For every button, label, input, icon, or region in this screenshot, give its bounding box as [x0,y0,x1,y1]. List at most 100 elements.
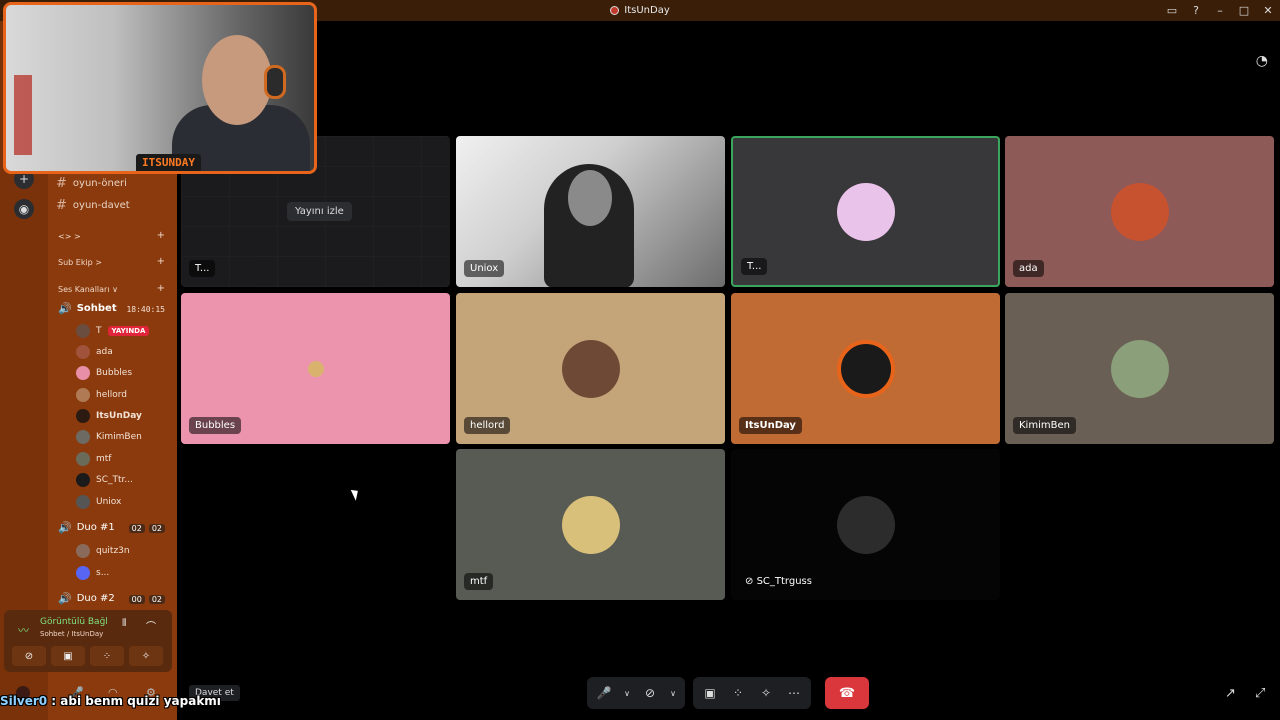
watch-stream-button[interactable]: Yayını izle [287,202,352,221]
avatar [76,430,90,444]
participant-tile-itsunday[interactable]: ItsUnDay [731,293,1000,444]
participant-tile-kimimben[interactable]: KimimBen [1005,293,1274,444]
voice-channel-sohbet[interactable]: 🔊 Sohbet [58,302,117,315]
discord-window: ItsUnDay ▭ ? – □ ✕ + ◉ # oyun-öneri # oy… [0,0,1280,720]
voice-user[interactable]: hellord [76,387,127,403]
avatar [836,182,895,241]
avatar [836,495,895,554]
chevron-down-icon[interactable]: ∨ [669,684,677,702]
participant-tile-ada[interactable]: ada [1005,136,1274,287]
mic-icon[interactable]: 🎤 [595,684,613,702]
window-title-text: ItsUnDay [624,5,670,16]
avatar [76,366,90,380]
tile-label: mtf [464,573,494,590]
user-limit-badge: 00 02 [128,595,165,604]
speaker-icon: 🔊 [58,302,72,315]
add-channel-icon[interactable]: + [157,283,165,294]
voice-user[interactable]: s... [76,565,109,581]
add-channel-icon[interactable]: + [157,256,165,267]
inbox-icon[interactable]: ▭ [1160,0,1184,21]
tile-label-text: SC_Ttrguss [756,576,812,587]
voice-status[interactable]: Görüntülü Bağl [40,617,108,627]
minimize-icon[interactable]: – [1208,0,1232,21]
tile-label: ada [1013,260,1044,277]
camera-off-icon[interactable]: ⊘ [12,646,46,666]
leave-call-icon[interactable]: ☎ [825,677,869,709]
avatar [76,566,90,580]
voice-user[interactable]: Uniox [76,494,121,510]
category-label: Sub Ekip > [58,258,103,267]
voice-user[interactable]: ada [76,344,113,360]
category-label: <> > [58,232,81,241]
add-channel-icon[interactable]: + [157,230,165,241]
maximize-icon[interactable]: □ [1232,0,1256,21]
more-icon[interactable]: ⋯ [785,684,803,702]
popout-icon[interactable]: ↗ [1225,686,1236,701]
activities-icon[interactable]: ⁘ [729,684,747,702]
chevron-down-icon[interactable]: ∨ [623,684,631,702]
discover-icon[interactable]: ◉ [14,199,34,219]
server-logo-icon [610,6,620,15]
disconnect-icon[interactable]: ⌒ [146,618,156,633]
participant-tile-hellord[interactable]: hellord [456,293,725,444]
voice-user[interactable]: quitz3n [76,543,130,559]
voice-channel-name: Duo #2 [76,593,115,604]
category-ses-kanallari[interactable]: Ses Kanalları ∨ [58,285,118,294]
help-icon[interactable]: ? [1184,0,1208,21]
participants-icon[interactable]: ◔ [1256,53,1268,69]
soundboard-icon[interactable]: ✧ [757,684,775,702]
participant-tile-uniox[interactable]: Uniox [456,136,725,287]
webcam-face [202,35,272,125]
fullscreen-icon[interactable]: ⤢ [1255,686,1265,701]
avatar [76,452,90,466]
screen-share-icon[interactable]: ▣ [51,646,85,666]
participant-tile-mtf[interactable]: mtf [456,449,725,600]
voice-user[interactable]: ItsUnDay [76,408,142,424]
close-icon[interactable]: ✕ [1256,0,1280,21]
user-name: hellord [96,390,128,400]
voice-channel-name: Duo #1 [76,522,115,533]
text-channel-oyun-oneri[interactable]: # oyun-öneri [56,176,127,191]
user-name: ada [96,347,113,357]
category-collapsed[interactable]: <> > [58,232,81,241]
window-title: ItsUnDay [610,5,670,16]
voice-connection-panel: 〰 Görüntülü Bağl Sohbet / ItsUnDay ⦀ ⌒ ⊘… [4,610,172,672]
user-limit: 02 [148,524,165,533]
activities-icon[interactable]: ⁘ [90,646,124,666]
participant-tile-bubbles[interactable]: Bubbles [181,293,450,444]
noise-suppression-icon[interactable]: ⦀ [122,618,126,629]
text-channel-oyun-davet[interactable]: # oyun-davet [56,198,130,213]
voice-user[interactable]: T YAYINDA [76,323,150,339]
voice-user[interactable]: KimimBen [76,429,142,445]
voice-channel-duo-2[interactable]: 🔊 Duo #2 [58,592,115,605]
user-name: s... [96,568,110,578]
user-count: 00 [128,595,145,604]
avatar [76,345,90,359]
participant-tile-t[interactable]: T... [731,136,1000,287]
tile-label: hellord [464,417,511,434]
live-badge: YAYINDA [107,326,150,336]
voice-user[interactable]: mtf [76,451,111,467]
user-name: ItsUnDay [96,411,142,421]
user-name: SC_Ttr... [96,475,133,485]
user-name: Uniox [96,497,122,507]
avatar [76,544,90,558]
participant-tile-sc-ttrguss[interactable]: ⊘ SC_Ttrguss [731,449,1000,600]
user-limit-badge: 02 02 [128,524,165,533]
soundboard-icon[interactable]: ✧ [129,646,163,666]
voice-user[interactable]: SC_Ttr... [76,472,133,488]
avatar [836,339,895,398]
category-sub-ekip[interactable]: Sub Ekip > [58,258,102,267]
voice-channel-duo-1[interactable]: 🔊 Duo #1 [58,521,115,534]
camera-off-icon[interactable]: ⊘ [641,684,659,702]
avatar [76,473,90,487]
voice-user[interactable]: Bubbles [76,365,132,381]
streamer-webcam-overlay: ITSUNDAY [3,2,317,174]
webcam-brand: ITSUNDAY [136,154,201,171]
tile-label: T... [741,258,768,275]
user-name: KimimBen [96,432,142,442]
user-name: mtf [96,454,112,464]
avatar [1110,182,1169,241]
avatar [76,388,90,402]
screen-share-icon[interactable]: ▣ [701,684,719,702]
